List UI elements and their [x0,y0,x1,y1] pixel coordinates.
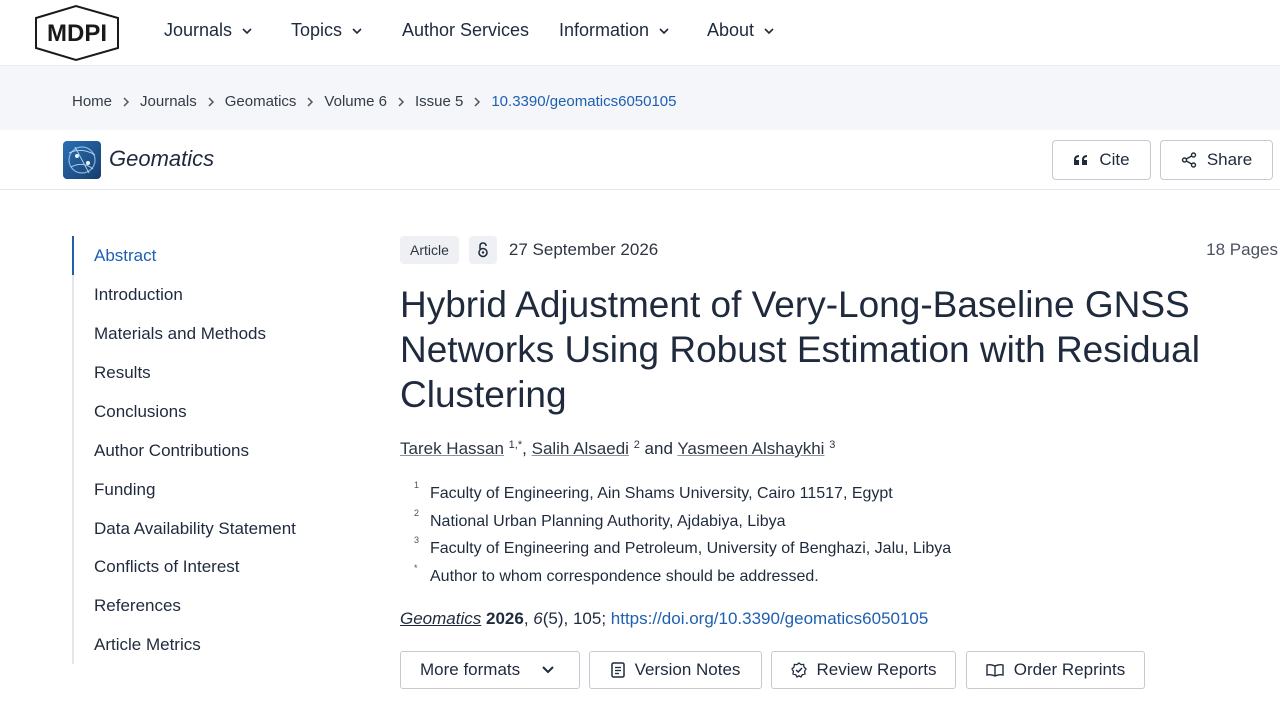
journal-name[interactable]: Geomatics [109,146,214,172]
author-list: Tarek Hassan 1,*, Salih Alsaedi 2 and Ya… [400,439,835,459]
breadcrumb-home[interactable]: Home [72,93,112,110]
citation-comma: , [523,609,534,628]
citation-issue-pages: (5), 105; [542,609,607,628]
nav-topics[interactable]: Topics [291,20,362,41]
affiliation-text: National Urban Planning Authority, Ajdab… [430,512,786,530]
chevron-down-icon [659,27,669,34]
open-access-icon [468,236,497,264]
chevron-right-icon [123,96,130,107]
author-link[interactable]: Tarek Hassan [400,439,504,458]
toc-item-abstract[interactable]: Abstract [94,246,156,266]
toc-active-indicator [72,236,74,275]
author-affiliation-mark: 2 [633,439,640,451]
citation-journal-link[interactable]: Geomatics [400,609,481,628]
breadcrumb-journals[interactable]: Journals [140,93,197,110]
affiliation-text: Faculty of Engineering, Ain Shams Univer… [430,485,893,502]
chevron-right-icon [474,96,481,107]
nav-about[interactable]: About [707,20,774,41]
article-meta: Article 27 September 2026 [400,236,658,264]
journal-logo[interactable] [63,141,101,179]
author-link[interactable]: Salih Alsaedi [532,439,629,458]
mdpi-logo[interactable]: MDPI [32,4,120,62]
citation-year: 2026 [485,609,524,628]
toc-item-author-contributions[interactable]: Author Contributions [94,441,249,461]
toc-item-materials-and-methods[interactable]: Materials and Methods [94,324,266,344]
affiliation-mark: 1 [414,480,420,490]
chevron-right-icon [398,96,405,107]
publication-date: 27 September 2026 [508,240,659,259]
verified-badge-icon [790,662,807,678]
svg-text:MDPI: MDPI [47,20,107,47]
citation-line: Geomatics 2026, 6(5), 105; https://doi.o… [400,609,928,629]
chevron-down-icon [242,27,252,34]
breadcrumb-bar: Home Journals Geomatics Volume 6 Issue 5… [0,66,1280,130]
breadcrumb-doi[interactable]: 10.3390/geomatics6050105 [491,93,676,110]
chevron-right-icon [208,96,214,107]
toc-item-data-availability[interactable]: Data Availability Statement [94,519,296,539]
author-separator: , [522,439,527,458]
nav-journals[interactable]: Journals [164,20,252,41]
toc-item-article-metrics[interactable]: Article Metrics [94,635,201,655]
page-count: 18 Pages [1206,240,1278,259]
share-icon [1181,152,1197,168]
breadcrumb-journal[interactable]: Geomatics [225,93,297,110]
open-book-icon [986,663,1004,677]
journal-header: Geomatics Cite Share [0,130,1280,190]
affiliation-mark: 3 [414,535,420,545]
toc-item-funding[interactable]: Funding [94,480,155,500]
citation-volume: 6 [533,609,543,628]
author-affiliation-mark: 3 [829,439,836,451]
version-notes-button[interactable]: Version Notes [589,651,762,689]
toc-item-conclusions[interactable]: Conclusions [94,402,187,422]
affiliation-mark: 2 [414,507,420,518]
review-reports-button[interactable]: Review Reports [771,651,956,689]
breadcrumb-volume[interactable]: Volume 6 [324,93,387,110]
doi-link[interactable]: https://doi.org/10.3390/geomatics6050105 [611,609,929,628]
order-reprints-button[interactable]: Order Reprints [966,651,1145,689]
author-and: and [644,439,673,458]
toc-item-conflicts-of-interest[interactable]: Conflicts of Interest [94,557,240,577]
chevron-down-icon [542,666,554,674]
quote-icon [1074,155,1088,165]
nav-author-services[interactable]: Author Services [402,20,529,41]
breadcrumb-issue[interactable]: Issue 5 [415,93,463,110]
top-navigation: MDPI Journals Topics Author Services Inf… [0,0,1280,66]
toc-item-results[interactable]: Results [94,363,151,383]
author-link[interactable]: Yasmeen Alshaykhi [677,439,824,458]
toc-item-introduction[interactable]: Introduction [94,285,183,305]
article-title: Hybrid Adjustment of Very-Long-Baseline … [400,284,1200,415]
chevron-down-icon [352,27,362,34]
author-affiliation-mark: 1,* [508,439,523,451]
table-of-contents: Abstract Introduction Materials and Meth… [72,236,332,664]
toc-item-references[interactable]: References [94,596,181,616]
nav-information[interactable]: Information [559,20,669,41]
chevron-right-icon [307,96,314,107]
affiliation-text: Author to whom correspondence should be … [430,567,819,585]
affiliation-mark: * [414,562,418,573]
breadcrumb: Home Journals Geomatics Volume 6 Issue 5… [72,93,677,110]
article-type-badge: Article [400,236,459,264]
affiliation-text: Faculty of Engineering and Petroleum, Un… [430,540,952,557]
cite-button[interactable]: Cite [1052,140,1151,180]
document-icon [610,662,625,678]
share-button[interactable]: Share [1160,140,1273,180]
chevron-down-icon [764,27,774,34]
more-formats-dropdown[interactable]: More formats [400,651,580,689]
